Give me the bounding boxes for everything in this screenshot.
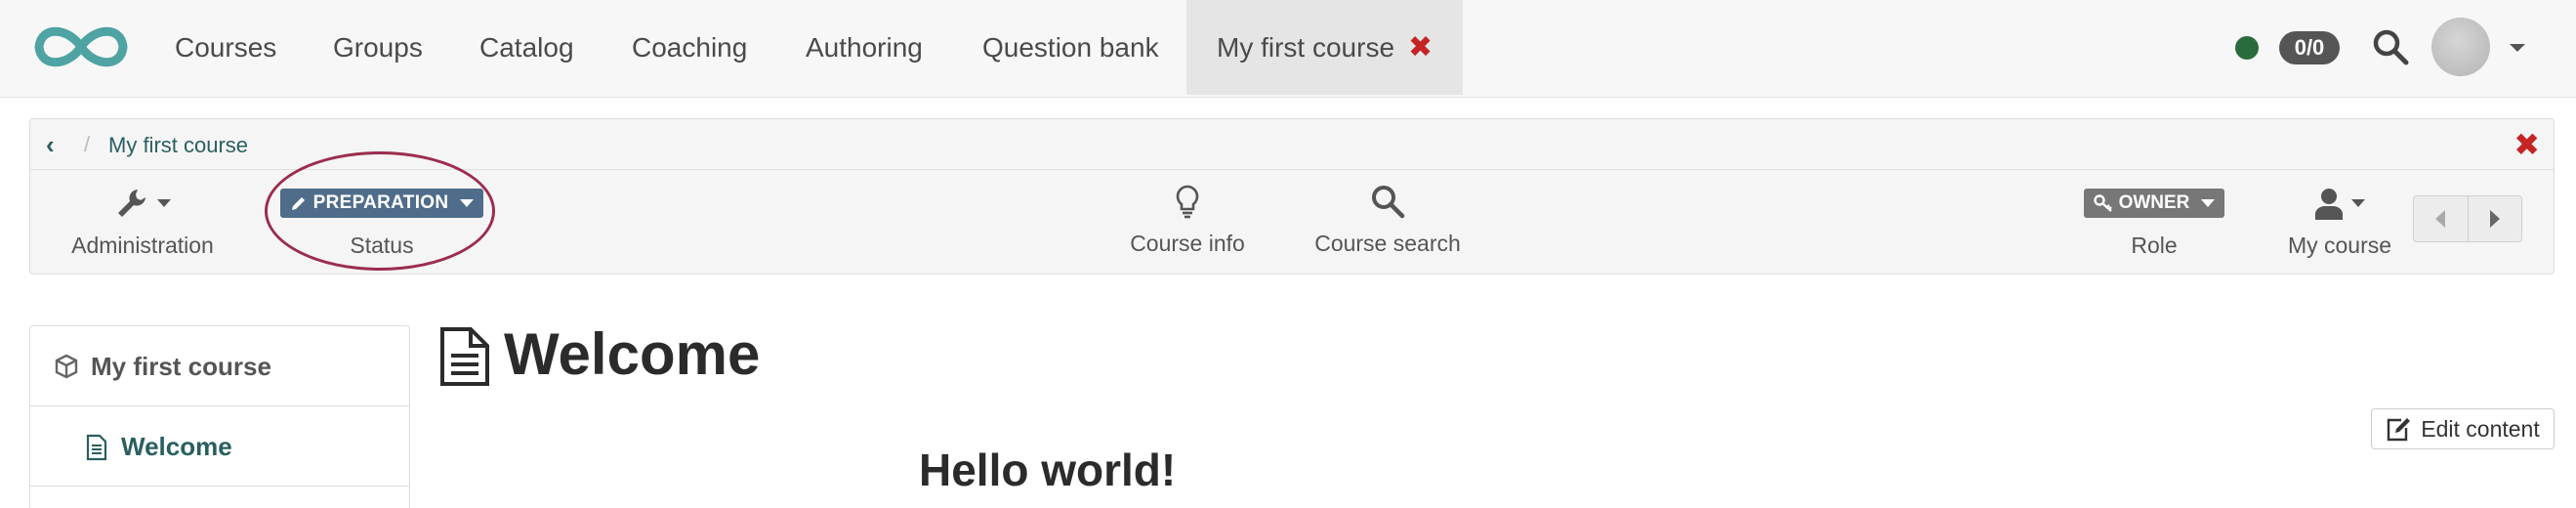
menu-item-welcome[interactable]: Welcome: [30, 406, 409, 487]
chevron-left-icon[interactable]: ‹: [46, 132, 55, 157]
next-node-button[interactable]: [2467, 196, 2522, 241]
breadcrumb-separator: /: [84, 132, 91, 156]
menu-root-label: My first course: [91, 352, 271, 381]
nav-groups[interactable]: Groups: [333, 0, 423, 95]
notification-counter-badge[interactable]: 0/0: [2279, 31, 2340, 64]
previous-node-button[interactable]: [2414, 196, 2468, 241]
chevron-down-icon: [157, 199, 171, 207]
lightbulb-icon: [1176, 185, 1199, 219]
nav-authoring[interactable]: Authoring: [806, 0, 923, 95]
edit-content-button[interactable]: Edit content: [2371, 408, 2555, 449]
course-search-tool[interactable]: Course search: [1300, 180, 1475, 257]
nav-coaching[interactable]: Coaching: [632, 0, 747, 95]
triangle-right-icon: [2489, 210, 2500, 228]
course-info-tool[interactable]: Course info: [1114, 180, 1261, 257]
chevron-down-icon: [2201, 199, 2216, 207]
tab-label: My first course: [1217, 32, 1395, 63]
menu-item-label: Welcome: [121, 432, 232, 461]
status-highlight-ellipse: [265, 151, 495, 271]
page-title: Welcome: [504, 321, 761, 387]
role-tool[interactable]: OWNER Role: [2081, 182, 2227, 259]
administration-tool[interactable]: Administration: [60, 182, 226, 259]
nav-courses[interactable]: Courses: [175, 0, 276, 95]
file-text-icon: [440, 327, 489, 386]
edit-content-label: Edit content: [2421, 415, 2540, 442]
triangle-left-icon: [2435, 210, 2446, 228]
user-icon: [2315, 189, 2343, 220]
body-heading: Hello world!: [919, 444, 1177, 495]
nav-catalog[interactable]: Catalog: [479, 0, 574, 95]
wrench-icon: [118, 190, 145, 217]
course-toolbar: ‹ / My first course ✖ Administration PRE…: [29, 118, 2555, 275]
course-search-label: Course search: [1314, 231, 1461, 256]
course-menu-tree: My first course Welcome: [29, 325, 410, 508]
close-icon[interactable]: ✖: [1408, 31, 1433, 64]
search-icon[interactable]: [2371, 27, 2410, 66]
role-badge-label: OWNER: [2118, 192, 2190, 213]
online-status-icon[interactable]: [2235, 36, 2259, 60]
tab-my-first-course[interactable]: My first course ✖: [1186, 0, 1464, 95]
logo-icon[interactable]: [29, 20, 133, 74]
menu-root-item[interactable]: My first course: [30, 326, 409, 406]
my-course-tool[interactable]: My course: [2276, 182, 2403, 259]
avatar[interactable]: [2431, 18, 2490, 76]
node-pager: [2413, 195, 2522, 242]
administration-label: Administration: [71, 233, 214, 258]
cube-icon: [55, 354, 78, 379]
search-icon: [1372, 186, 1405, 219]
course-info-label: Course info: [1130, 231, 1245, 256]
file-text-icon: [86, 434, 107, 461]
edit-icon: [2388, 418, 2411, 442]
nav-question-bank[interactable]: Question bank: [982, 0, 1159, 95]
close-icon[interactable]: ✖: [2514, 129, 2540, 160]
chevron-down-icon[interactable]: [2510, 44, 2525, 52]
my-course-label: My course: [2287, 233, 2392, 258]
role-label: Role: [2131, 233, 2178, 258]
top-navigation: Courses Groups Catalog Coaching Authorin…: [0, 0, 2576, 98]
role-badge[interactable]: OWNER: [2083, 189, 2225, 218]
key-icon: [2093, 194, 2112, 212]
breadcrumb-current[interactable]: My first course: [108, 133, 248, 158]
chevron-down-icon: [2351, 199, 2365, 207]
